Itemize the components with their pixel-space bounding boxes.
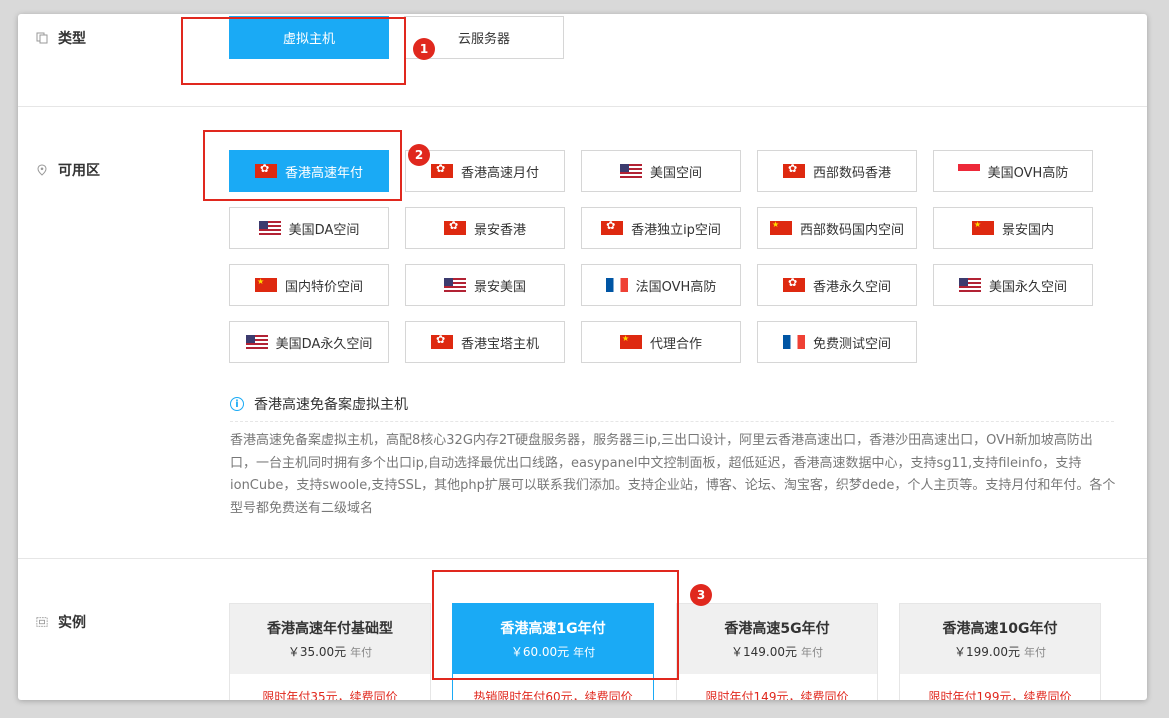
zone-option-label: 美国空间 — [649, 165, 702, 181]
plan-card[interactable]: 香港高速年付基础型 ￥35.00元 年付限时年付35元，续费同价 — [229, 603, 431, 700]
zone-label: 可用区 — [36, 160, 100, 180]
zone-info-title-text: 香港高速免备案虚拟主机 — [254, 397, 408, 413]
instance-icon — [36, 617, 48, 627]
zone-option[interactable]: 西部数码香港 — [757, 150, 917, 192]
zone-option[interactable]: 国内特价空间 — [229, 264, 389, 306]
zone-description: 香港高速免备案虚拟主机，高配8核心32G内存2T硬盘服务器，服务器三ip,三出口… — [230, 433, 1116, 516]
zone-option[interactable]: 法国OVH高防 — [581, 264, 741, 306]
flag-icon — [601, 221, 624, 235]
zone-option[interactable]: 代理合作 — [581, 321, 741, 363]
zone-option-label: 美国永久空间 — [988, 279, 1067, 295]
highlight-box-2 — [203, 130, 402, 201]
divider — [18, 558, 1147, 559]
plan-card[interactable]: 香港高速5G年付 ￥149.00元 年付限时年付149元，续费同价 — [676, 603, 878, 700]
flag-icon — [782, 278, 805, 292]
zone-option-label: 香港宝塔主机 — [460, 336, 539, 352]
zone-option-label: 国内特价空间 — [284, 279, 363, 295]
instance-label-text: 实例 — [58, 615, 86, 631]
plan-header: 香港高速5G年付 ￥149.00元 年付 — [677, 604, 877, 674]
plan-note: 限时年付199元，续费同价 — [900, 674, 1100, 700]
zone-option-label: 西部数码香港 — [812, 165, 891, 181]
divider — [18, 106, 1147, 107]
step-badge-2: 2 — [408, 144, 430, 166]
zone-info-title: i 香港高速免备案虚拟主机 — [230, 394, 408, 414]
zone-option-label: 美国DA空间 — [288, 222, 360, 238]
plan-price-unit: 年付 — [1024, 646, 1046, 659]
zone-option-label: 代理合作 — [649, 336, 702, 352]
plan-price-value: ￥149.00元 — [731, 645, 797, 659]
flag-icon — [258, 221, 281, 235]
zone-option[interactable]: 景安香港 — [405, 207, 565, 249]
zone-option-label: 西部数码国内空间 — [799, 222, 904, 238]
zone-option[interactable]: 香港独立ip空间 — [581, 207, 741, 249]
zone-option[interactable]: 香港永久空间 — [757, 264, 917, 306]
zone-option[interactable]: 美国空间 — [581, 150, 741, 192]
zone-option-label: 香港高速月付 — [460, 165, 539, 181]
zone-option[interactable]: 美国永久空间 — [933, 264, 1093, 306]
flag-icon — [971, 221, 994, 235]
plan-header: 香港高速10G年付 ￥199.00元 年付 — [900, 604, 1100, 674]
plan-price: ￥149.00元 年付 — [731, 643, 823, 660]
zone-option-label: 香港永久空间 — [812, 279, 891, 295]
type-label-text: 类型 — [58, 31, 86, 47]
dashed-divider — [230, 421, 1114, 422]
plan-price: ￥35.00元 年付 — [288, 643, 372, 660]
plan-price-value: ￥199.00元 — [954, 645, 1020, 659]
step-badge-3: 3 — [690, 584, 712, 606]
copy-icon — [36, 32, 48, 44]
type-option-label: 云服务器 — [457, 32, 510, 47]
plan-price-unit: 年付 — [350, 646, 373, 659]
plan-name: 香港高速10G年付 — [942, 621, 1058, 637]
plan-name: 香港高速5G年付 — [724, 621, 830, 637]
zone-option-label: 法国OVH高防 — [635, 279, 717, 295]
plan-header: 香港高速年付基础型 ￥35.00元 年付 — [230, 604, 430, 674]
plan-name: 香港高速年付基础型 — [267, 621, 393, 637]
zone-option[interactable]: 美国DA永久空间 — [229, 321, 389, 363]
flag-icon — [619, 164, 642, 178]
zone-option[interactable]: 景安美国 — [405, 264, 565, 306]
highlight-box-3 — [432, 570, 679, 680]
step-badge-1: 1 — [413, 38, 435, 60]
zone-option[interactable]: 景安国内 — [933, 207, 1093, 249]
plan-card[interactable]: 香港高速10G年付 ￥199.00元 年付限时年付199元，续费同价 — [899, 603, 1101, 700]
instance-label: 实例 — [36, 612, 86, 632]
flag-icon — [254, 278, 277, 292]
product-config-panel: 类型 虚拟主机 云服务器 可用区 香港高速年付香港高速月付美国空间西部数码香港美… — [18, 14, 1147, 700]
flag-icon — [443, 278, 466, 292]
highlight-box-1 — [181, 17, 406, 85]
flag-icon — [245, 335, 268, 349]
plan-price-unit: 年付 — [801, 646, 823, 659]
zone-option-label: 美国OVH高防 — [987, 165, 1069, 181]
flag-icon — [782, 335, 805, 349]
flag-icon — [430, 164, 453, 178]
info-icon: i — [230, 397, 244, 411]
zone-option-label: 景安美国 — [473, 279, 526, 295]
zone-option-label: 景安香港 — [473, 222, 526, 238]
flag-icon — [769, 221, 792, 235]
zone-option-label: 免费测试空间 — [812, 336, 891, 352]
zone-option-label: 美国DA永久空间 — [275, 336, 373, 352]
location-pin-icon — [37, 164, 47, 176]
zone-option-label: 香港独立ip空间 — [631, 222, 721, 238]
flag-icon — [430, 335, 453, 349]
flag-icon — [605, 278, 628, 292]
zone-option[interactable]: 美国OVH高防 — [933, 150, 1093, 192]
flag-icon — [443, 221, 466, 235]
zone-option[interactable]: 免费测试空间 — [757, 321, 917, 363]
zone-option[interactable]: 美国DA空间 — [229, 207, 389, 249]
plan-price: ￥199.00元 年付 — [954, 643, 1046, 660]
zone-option-label: 景安国内 — [1001, 222, 1054, 238]
zone-label-text: 可用区 — [58, 163, 100, 179]
plan-note: 限时年付35元，续费同价 — [230, 674, 430, 700]
zone-option[interactable]: 香港宝塔主机 — [405, 321, 565, 363]
plan-note: 限时年付149元，续费同价 — [677, 674, 877, 700]
flag-icon — [782, 164, 805, 178]
type-label: 类型 — [36, 28, 86, 48]
flag-icon — [619, 335, 642, 349]
plan-price-value: ￥35.00元 — [287, 645, 347, 659]
flag-icon — [957, 164, 980, 178]
zone-option[interactable]: 西部数码国内空间 — [757, 207, 917, 249]
flag-icon — [958, 278, 981, 292]
